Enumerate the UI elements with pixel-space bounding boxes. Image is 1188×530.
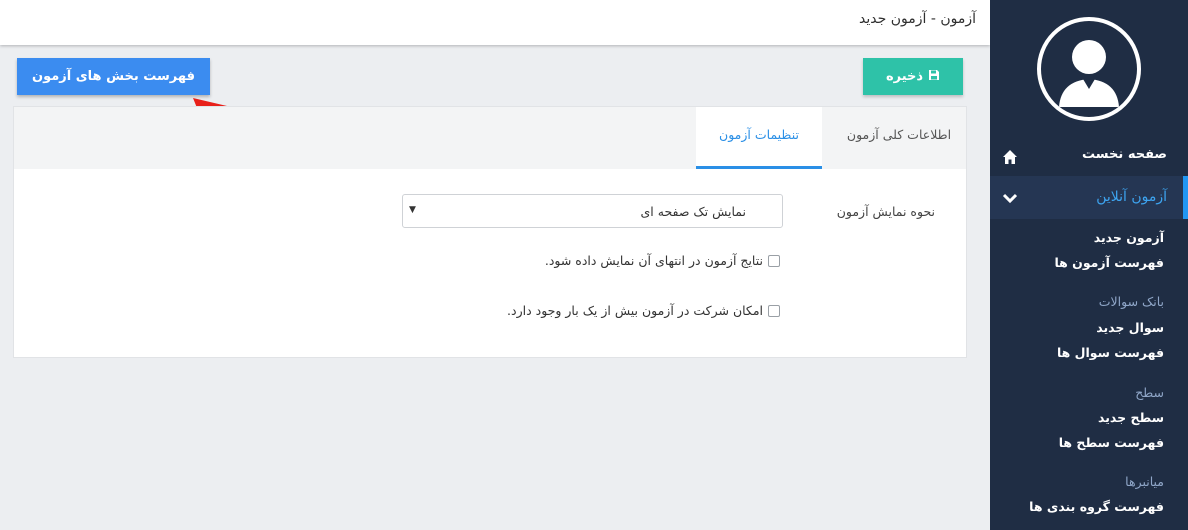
chevron-down-icon [1002,193,1018,204]
sidebar-group-question-bank: بانک سوالات [1098,294,1164,309]
home-icon [1003,150,1017,164]
active-indicator [1183,176,1188,219]
save-button[interactable]: ذخیره [863,58,963,95]
tab-bar: اطلاعات کلی آزمون تنظیمات آزمون [14,107,966,169]
sidebar-item-home[interactable]: صفحه نخست [990,140,1188,172]
sidebar-item-online-exam-label: آزمون آنلاین [1096,189,1167,205]
multiple-attempts-label: امکان شرکت در آزمون بیش از یک بار وجود د… [507,303,763,318]
exam-sections-button[interactable]: فهرست بخش های آزمون [17,58,210,95]
top-bar: آزمون - آزمون جدید [0,0,990,45]
display-mode-select[interactable]: نمایش تک صفحه ای ▼ [402,194,783,228]
sidebar-group-shortcuts: میانبرها [1125,474,1164,489]
sidebar-item-new-question[interactable]: سوال جدید [1096,320,1164,335]
sidebar-item-new-exam[interactable]: آزمون جدید [1094,230,1164,245]
sidebar-group-levels: سطح [1135,385,1164,400]
user-avatar-icon[interactable] [1037,17,1141,121]
caret-down-icon: ▼ [409,205,416,215]
sidebar-item-home-label: صفحه نخست [1082,147,1167,162]
floppy-disk-icon [928,59,940,80]
tab-exam-settings[interactable]: تنظیمات آزمون [696,107,822,169]
display-mode-value: نمایش تک صفحه ای [640,204,746,219]
tab-general-info[interactable]: اطلاعات کلی آزمون [832,107,966,169]
sidebar-item-question-list[interactable]: فهرست سوال ها [1057,345,1164,360]
show-results-label: نتایج آزمون در انتهای آن نمایش داده شود. [544,253,763,268]
exam-form-panel: اطلاعات کلی آزمون تنظیمات آزمون نحوه نما… [13,106,967,358]
display-mode-label: نحوه نمایش آزمون [836,204,935,219]
sidebar-item-new-level[interactable]: سطح جدید [1098,410,1164,425]
sidebar-item-exam-list[interactable]: فهرست آزمون ها [1054,255,1164,270]
page-title: آزمون - آزمون جدید [859,11,976,27]
show-results-option[interactable]: نتایج آزمون در انتهای آن نمایش داده شود. [545,253,780,268]
show-results-checkbox[interactable] [768,255,780,267]
sidebar-item-level-list[interactable]: فهرست سطح ها [1059,435,1164,450]
sidebar-item-online-exam[interactable]: آزمون آنلاین [990,176,1188,219]
sidebar-item-grouping-list[interactable]: فهرست گروه بندی ها [1029,499,1164,514]
sidebar: صفحه نخست آزمون آنلاین آزمون جدید فهرست … [990,0,1188,530]
save-button-label: ذخیره [885,69,924,84]
multiple-attempts-checkbox[interactable] [768,305,780,317]
multiple-attempts-option[interactable]: امکان شرکت در آزمون بیش از یک بار وجود د… [507,303,780,318]
